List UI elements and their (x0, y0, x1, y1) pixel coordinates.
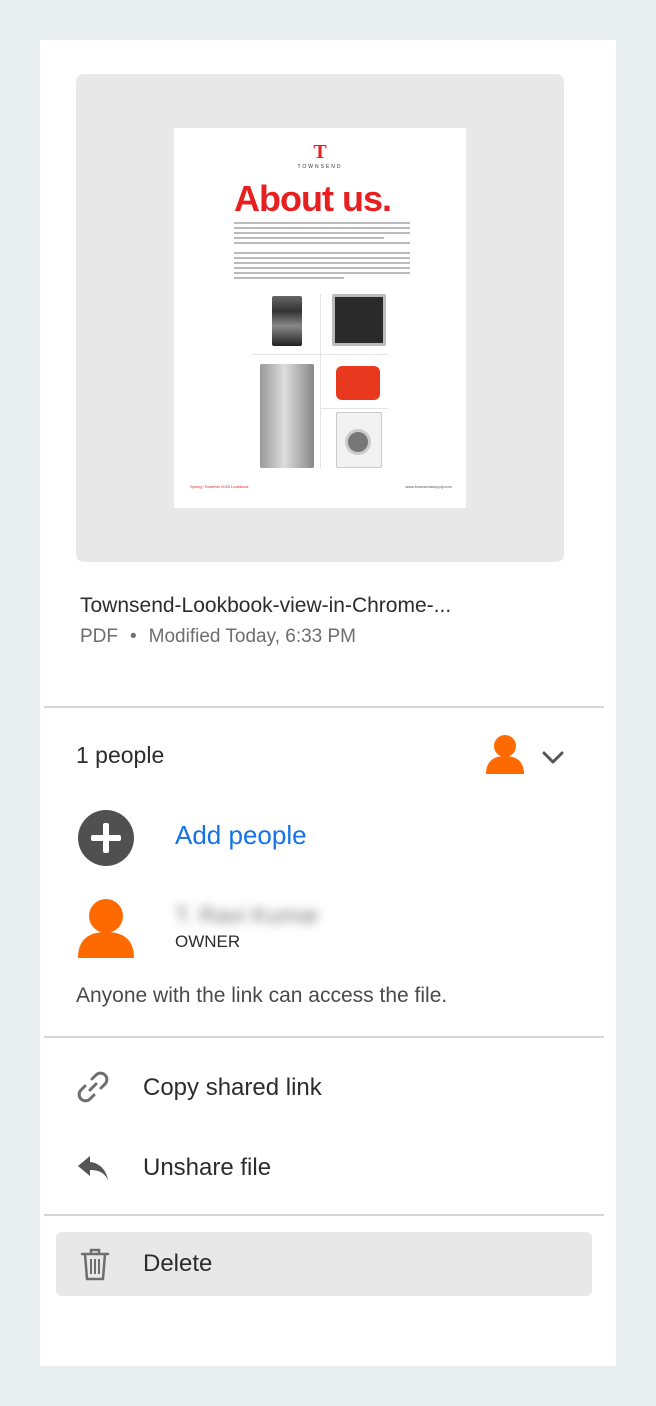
divider (44, 1214, 604, 1216)
file-modified: Modified Today, 6:33 PM (148, 626, 357, 647)
plus-circle-icon[interactable] (78, 810, 134, 866)
delete-label: Delete (143, 1250, 213, 1277)
chevron-down-icon[interactable] (540, 744, 566, 770)
file-type: PDF (80, 626, 118, 647)
add-people-link[interactable]: Add people (175, 820, 307, 851)
divider (44, 706, 604, 708)
preview-text-line (234, 232, 410, 234)
copy-shared-link-label: Copy shared link (143, 1074, 322, 1101)
divider (44, 1036, 604, 1038)
preview-text-line (234, 257, 410, 259)
owner-avatar (78, 899, 134, 958)
preview-grid-line (320, 408, 388, 409)
delete-button[interactable]: Delete (56, 1232, 592, 1296)
owner-role: OWNER (175, 932, 241, 951)
washer-door-shape (345, 429, 371, 455)
trash-icon (80, 1248, 110, 1281)
reply-arrow-icon (78, 1156, 108, 1180)
preview-text-line (234, 237, 384, 239)
preview-text-line (234, 227, 410, 229)
link-icon (77, 1071, 109, 1103)
pdf-page-preview: T TOWNSEND About us. Spring / Summer 202… (174, 128, 466, 508)
people-count: 1 people (76, 742, 165, 768)
meta-separator: • (130, 626, 137, 647)
file-name: Townsend-Lookbook-view-in-Chrome-... (80, 594, 452, 617)
townsend-logo-text: TOWNSEND (297, 164, 343, 170)
townsend-logo-mark: T (313, 141, 327, 163)
preview-footer-left: Spring / Summer 2020 Lookbook (190, 484, 249, 489)
preview-text-line (234, 262, 410, 264)
refrigerator-image (260, 364, 314, 468)
unshare-file-label: Unshare file (143, 1154, 272, 1181)
access-note: Anyone with the link can access the file… (76, 984, 448, 1007)
preview-text-line (234, 277, 344, 279)
preview-footer-right: www.townsendsupply.com (405, 484, 452, 489)
washing-machine-image (336, 412, 382, 468)
preview-heading: About us. (234, 178, 392, 219)
preview-text-line (234, 252, 410, 254)
preview-grid-line (320, 294, 321, 468)
owner-name: T. Ravi Kumar (175, 902, 320, 928)
toaster-image (336, 366, 380, 400)
preview-text-line (234, 267, 410, 269)
coffee-maker-image (272, 296, 302, 346)
file-thumbnail[interactable]: T TOWNSEND About us. Spring / Summer 202… (76, 74, 564, 562)
file-details-panel: T TOWNSEND About us. Spring / Summer 202… (40, 40, 616, 1366)
file-meta: PDF • Modified Today, 6:33 PM (80, 626, 356, 648)
preview-text-line (234, 222, 410, 224)
preview-text-line (234, 272, 410, 274)
oven-image (332, 294, 386, 346)
preview-grid-line (252, 354, 388, 355)
preview-text-line (234, 242, 410, 244)
user-icon[interactable] (486, 734, 524, 774)
